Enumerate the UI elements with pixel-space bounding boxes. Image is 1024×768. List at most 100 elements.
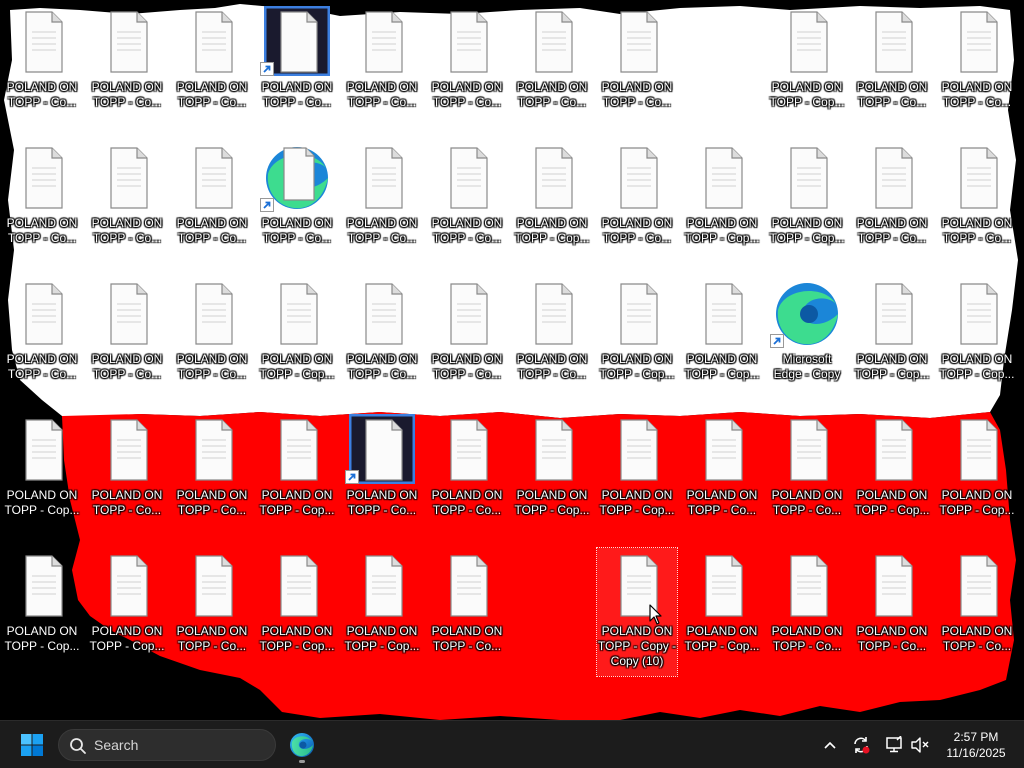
desktop-icon-label: POLAND ON TOPP - Cop... [684, 216, 760, 245]
desktop-icon[interactable]: POLAND ON TOPP - Cop... [767, 140, 847, 268]
text-file-icon [9, 550, 75, 620]
desktop-icon[interactable]: POLAND ON TOPP - Cop... [342, 548, 422, 676]
desktop-icon[interactable]: POLAND ON TOPP - Co... [767, 548, 847, 676]
desktop-icon[interactable]: POLAND ON TOPP - Co... [172, 140, 252, 268]
sync-tray-button[interactable] [849, 733, 873, 757]
desktop-icon[interactable]: POLAND ON TOPP - Co... [937, 140, 1017, 268]
desktop-icon[interactable]: POLAND ON TOPP - Cop... [597, 412, 677, 540]
desktop-icon[interactable]: POLAND ON TOPP - Co... [937, 548, 1017, 676]
desktop-icon[interactable]: POLAND ON TOPP - Co... [342, 276, 422, 404]
desktop-icon[interactable]: POLAND ON TOPP - Cop... [852, 276, 932, 404]
desktop-icon[interactable]: POLAND ON TOPP - Co... [852, 548, 932, 676]
shortcut-arrow-icon [770, 334, 784, 348]
shortcut-arrow-icon [260, 62, 274, 76]
desktop-icon-label: POLAND ON TOPP - Co... [176, 80, 248, 109]
desktop-icon[interactable]: POLAND ON TOPP - Co... [172, 4, 252, 132]
desktop-icon[interactable]: POLAND ON TOPP - Co... [427, 140, 507, 268]
desktop-icon[interactable]: POLAND ON TOPP - Cop... [682, 276, 762, 404]
desktop-icon-label: POLAND ON TOPP - Co... [431, 80, 503, 109]
text-file-icon [434, 414, 500, 484]
desktop[interactable]: POLAND ON TOPP - Co... POLAND ON TOPP - C… [0, 0, 1024, 720]
start-button[interactable] [12, 727, 52, 763]
desktop-icon-label: POLAND ON TOPP - Cop... [769, 80, 845, 109]
text-file-icon [519, 414, 585, 484]
desktop-icon[interactable]: POLAND ON TOPP - Co... [87, 412, 167, 540]
desktop-icon[interactable]: POLAND ON TOPP - Co... [512, 276, 592, 404]
desktop-icon[interactable]: POLAND ON TOPP - Co... [2, 276, 82, 404]
desktop-icon[interactable]: POLAND ON TOPP - Co... [767, 412, 847, 540]
desktop-icon[interactable]: POLAND ON TOPP - Co... [427, 276, 507, 404]
desktop-icon[interactable]: POLAND ON TOPP - Cop... [767, 4, 847, 132]
desktop-icon[interactable]: POLAND ON TOPP - Cop... [87, 548, 167, 676]
desktop-icon-label: POLAND ON TOPP - Cop... [599, 352, 675, 381]
text-file-icon [774, 142, 840, 212]
search-icon [70, 738, 86, 754]
text-file-icon [689, 142, 755, 212]
desktop-icon[interactable]: POLAND ON TOPP - Co... [427, 412, 507, 540]
desktop-icon[interactable]: POLAND ON TOPP - Co... [342, 4, 422, 132]
desktop-icon[interactable]: POLAND ON TOPP - Cop... [2, 412, 82, 540]
desktop-icon[interactable]: POLAND ON TOPP - Co... [257, 4, 337, 132]
desktop-icon-label: POLAND ON TOPP - Cop... [684, 352, 760, 381]
desktop-icon[interactable]: POLAND ON TOPP - Cop... [597, 276, 677, 404]
text-file-icon [349, 142, 415, 212]
desktop-icon[interactable]: POLAND ON TOPP - Co... [937, 4, 1017, 132]
volume-tray-button[interactable] [908, 733, 932, 757]
desktop-icon[interactable]: POLAND ON TOPP - Cop... [937, 276, 1017, 404]
desktop-icon[interactable]: POLAND ON TOPP - Co... [172, 276, 252, 404]
desktop-icon-label: POLAND ON TOPP - Co... [516, 352, 588, 381]
desktop-icon[interactable]: POLAND ON TOPP - Cop... [682, 548, 762, 676]
desktop-icon-label: POLAND ON TOPP - Co... [601, 80, 673, 109]
clock-date: 11/16/2025 [946, 746, 1006, 760]
desktop-icon[interactable]: POLAND ON TOPP - Co... [2, 4, 82, 132]
desktop-icon[interactable]: POLAND ON TOPP - Co... [597, 140, 677, 268]
desktop-icon[interactable]: POLAND ON TOPP - Co... [172, 548, 252, 676]
desktop-icon-label: POLAND ON TOPP - Co... [91, 488, 163, 517]
text-file-icon [179, 414, 245, 484]
desktop-icon[interactable]: POLAND ON TOPP - Co... [87, 276, 167, 404]
text-file-icon [859, 414, 925, 484]
desktop-icon[interactable]: POLAND ON TOPP - Cop... [257, 548, 337, 676]
desktop-icon[interactable]: POLAND ON TOPP - Co... [682, 412, 762, 540]
desktop-icon-label: POLAND ON TOPP - Cop... [684, 624, 760, 653]
taskbar-clock[interactable]: 2:57 PM 11/16/2025 [934, 729, 1018, 761]
desktop-icon[interactable]: POLAND ON TOPP - Cop... [852, 412, 932, 540]
desktop-icon[interactable]: POLAND ON TOPP - Co... [852, 4, 932, 132]
taskbar-edge-button[interactable] [284, 727, 320, 763]
desktop-icon[interactable]: POLAND ON TOPP - Cop... [682, 140, 762, 268]
desktop-icon[interactable]: POLAND ON TOPP - Co... [257, 140, 337, 268]
taskbar-search-box[interactable]: Search [58, 729, 276, 761]
desktop-icon[interactable]: POLAND ON TOPP - Cop... [512, 140, 592, 268]
desktop-icon[interactable]: POLAND ON TOPP - Cop... [257, 276, 337, 404]
text-file-icon [774, 414, 840, 484]
desktop-icon[interactable]: POLAND ON TOPP - Copy - Copy (10) [596, 547, 678, 677]
desktop-icon[interactable]: POLAND ON TOPP - Co... [852, 140, 932, 268]
desktop-icon-label: POLAND ON TOPP - Cop... [939, 352, 1015, 381]
desktop-icon-label: POLAND ON TOPP - Co... [431, 352, 503, 381]
desktop-icon[interactable]: Microsoft Edge - Copy [767, 276, 847, 404]
desktop-icon[interactable]: POLAND ON TOPP - Co... [512, 4, 592, 132]
desktop-icon[interactable]: POLAND ON TOPP - Co... [87, 4, 167, 132]
network-tray-button[interactable] [882, 733, 906, 757]
desktop-icon[interactable]: POLAND ON TOPP - Cop... [937, 412, 1017, 540]
desktop-icon-label: POLAND ON TOPP - Co... [176, 624, 248, 653]
text-file-icon [859, 550, 925, 620]
text-file-icon [349, 278, 415, 348]
desktop-icon-label: POLAND ON TOPP - Co... [91, 352, 163, 381]
desktop-icon[interactable]: POLAND ON TOPP - Co... [427, 4, 507, 132]
clock-time: 2:57 PM [953, 730, 999, 744]
desktop-icon[interactable]: POLAND ON TOPP - Co... [2, 140, 82, 268]
desktop-icon[interactable]: POLAND ON TOPP - Cop... [512, 412, 592, 540]
desktop-icon[interactable]: POLAND ON TOPP - Co... [342, 140, 422, 268]
text-file-icon [9, 142, 75, 212]
desktop-icon[interactable]: POLAND ON TOPP - Co... [597, 4, 677, 132]
text-file-icon [859, 278, 925, 348]
text-file-icon [604, 6, 670, 76]
desktop-icon[interactable]: POLAND ON TOPP - Cop... [257, 412, 337, 540]
desktop-icon[interactable]: POLAND ON TOPP - Co... [172, 412, 252, 540]
desktop-icon[interactable]: POLAND ON TOPP - Co... [427, 548, 507, 676]
desktop-icon[interactable]: POLAND ON TOPP - Cop... [2, 548, 82, 676]
show-hidden-icons-button[interactable] [818, 733, 842, 757]
desktop-icon[interactable]: POLAND ON TOPP - Co... [342, 412, 422, 540]
desktop-icon[interactable]: POLAND ON TOPP - Co... [87, 140, 167, 268]
